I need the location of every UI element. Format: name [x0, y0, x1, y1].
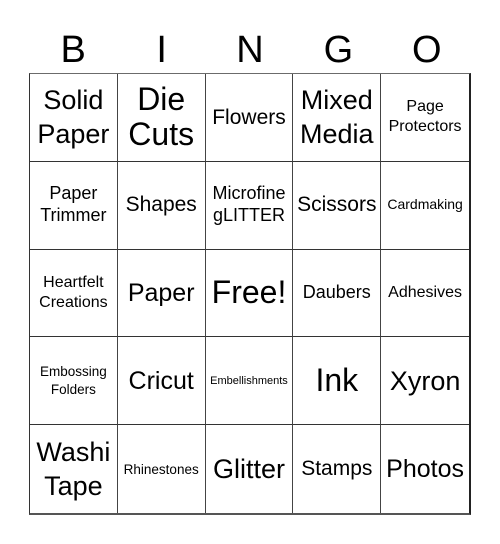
cell-label: Shapes	[125, 193, 197, 217]
cell-label-line: Paper	[37, 119, 110, 150]
header-letter-n: N	[236, 29, 264, 71]
bingo-cell-r3-c3-free-space[interactable]: Free!	[205, 249, 294, 338]
bingo-cell-r1-c2[interactable]: Die Cuts	[117, 74, 206, 162]
bingo-cell-r3-c2[interactable]: Paper	[117, 249, 206, 338]
bingo-cell-r1-c5[interactable]: Page Protectors	[381, 74, 469, 162]
header-letter-b: B	[60, 29, 86, 71]
bingo-cell-r1-c1[interactable]: Solid Paper	[30, 74, 118, 162]
cell-label-line: Solid	[43, 84, 104, 115]
cell-label: Adhesives	[388, 283, 462, 301]
bingo-cell-r5-c3[interactable]: Glitter	[206, 425, 294, 513]
bingo-cell-r3-c5[interactable]: Adhesives	[381, 250, 469, 338]
cell-label-line: Protectors	[388, 118, 462, 136]
cell-label: Glitter	[212, 453, 285, 484]
cell-label-line: Cuts	[128, 116, 195, 153]
bingo-cell-r4-c5[interactable]: Xyron	[381, 337, 469, 426]
cell-label: Embellishments	[210, 374, 288, 387]
cell-label-line: Mixed	[300, 84, 373, 115]
cell-label-line: Tape	[44, 471, 103, 502]
cell-label: Page Protectors	[389, 97, 462, 137]
bingo-cell-r5-c5[interactable]: Photos	[381, 425, 469, 513]
bingo-cell-r5-c1[interactable]: Washi Tape	[30, 425, 118, 513]
header-letter-g: G	[323, 29, 354, 71]
cell-label-line: Washi	[36, 436, 111, 467]
bingo-header: B I N G O	[29, 28, 471, 72]
cell-label-line: Embossing	[40, 363, 107, 379]
cell-label: Paper	[127, 278, 195, 307]
bingo-cell-r3-c1[interactable]: Heartfelt Creations	[30, 249, 118, 338]
bingo-cell-r2-c1[interactable]: Paper Trimmer	[30, 161, 118, 250]
cell-label: Stamps	[301, 457, 373, 481]
bingo-cell-r2-c4[interactable]: Scissors	[293, 161, 382, 250]
bingo-cell-r4-c4[interactable]: Ink	[293, 337, 382, 426]
bingo-cell-r5-c4[interactable]: Stamps	[293, 425, 382, 513]
bingo-cell-r1-c4[interactable]: Mixed Media	[293, 74, 382, 162]
bingo-cell-r2-c2[interactable]: Shapes	[117, 161, 206, 250]
cell-label-line: Microfine	[212, 183, 286, 204]
bingo-cell-r4-c3[interactable]: Embellishments	[205, 337, 294, 426]
cell-label-line: Page	[406, 98, 444, 116]
bingo-cell-r3-c4[interactable]: Daubers	[293, 249, 382, 338]
cell-label: Washi Tape	[36, 435, 110, 504]
cell-label: Scissors	[297, 193, 377, 217]
bingo-cell-r4-c1[interactable]: Embossing Folders	[30, 337, 118, 426]
free-space-label: Free!	[211, 274, 287, 311]
cell-label: Mixed Media	[300, 83, 374, 152]
cell-label: Rhinestones	[123, 461, 199, 477]
cell-label: Cardmaking	[387, 196, 463, 213]
cell-label: Ink	[315, 361, 359, 398]
cell-label-line: Paper	[49, 183, 98, 204]
cell-label-line: Heartfelt	[43, 273, 104, 291]
cell-label: Embossing Folders	[40, 363, 107, 399]
cell-label: Solid Paper	[37, 83, 109, 152]
cell-label-line: gLITTER	[212, 205, 285, 226]
bingo-board: Solid Paper Die Cuts Flowers Mixed Media…	[29, 73, 471, 515]
cell-label: Paper Trimmer	[40, 183, 106, 227]
header-letter-o: O	[412, 29, 442, 71]
bingo-cell-r1-c3[interactable]: Flowers	[205, 74, 294, 162]
cell-label: Flowers	[212, 105, 286, 129]
cell-label-line: Creations	[39, 293, 108, 311]
cell-label: Heartfelt Creations	[39, 273, 107, 313]
bingo-cell-r2-c3[interactable]: Microfine gLITTER	[205, 161, 294, 250]
cell-label-line: Folders	[50, 381, 96, 397]
bingo-cell-r5-c2[interactable]: Rhinestones	[118, 425, 206, 513]
header-letter-i: I	[156, 29, 167, 71]
bingo-cell-r2-c5[interactable]: Cardmaking	[381, 162, 469, 250]
bingo-cell-r4-c2[interactable]: Cricut	[117, 337, 206, 426]
cell-label: Die Cuts	[128, 80, 195, 154]
cell-label: Microfine gLITTER	[212, 183, 285, 227]
cell-label: Daubers	[302, 282, 371, 303]
cell-label: Cricut	[128, 366, 194, 395]
cell-label: Xyron	[389, 365, 461, 396]
cell-label-line: Media	[300, 119, 374, 150]
cell-label-line: Trimmer	[40, 205, 107, 226]
cell-label: Photos	[386, 455, 465, 484]
cell-label-line: Die	[137, 80, 186, 117]
